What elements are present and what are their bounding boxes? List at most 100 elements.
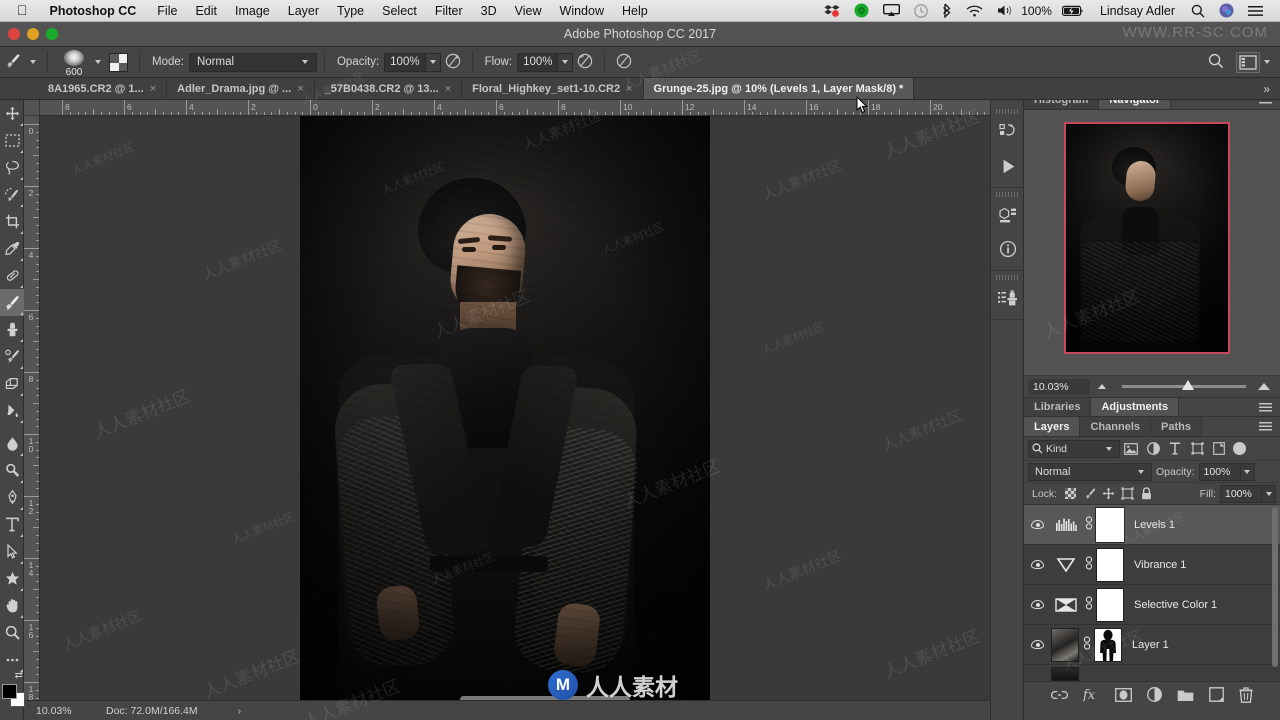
doc-tab-2[interactable]: _57B0438.CR2 @ 13... × [314, 78, 463, 99]
gradient-tool[interactable] [0, 397, 24, 424]
zoom-out-icon[interactable] [1090, 384, 1114, 389]
lock-all-icon[interactable] [1137, 487, 1156, 500]
close-icon[interactable]: × [445, 83, 451, 95]
foreground-color-swatch[interactable] [2, 684, 17, 699]
workspace-switcher-icon[interactable] [1236, 51, 1260, 73]
path-selection-tool[interactable] [0, 538, 24, 565]
layer-mask-link-icon[interactable] [1081, 556, 1096, 573]
doc-tab-3[interactable]: Floral_Highkey_set1-10.CR2 × [462, 78, 644, 99]
layer-name[interactable]: Selective Color 1 [1124, 599, 1217, 611]
battery-charging-icon[interactable] [1055, 0, 1091, 22]
info-panel-icon[interactable] [991, 232, 1025, 266]
wifi-icon[interactable] [959, 0, 990, 22]
panel-drag-grip[interactable] [996, 192, 1018, 197]
layer-visibility-toggle[interactable] [1024, 560, 1051, 569]
evernote-icon[interactable] [847, 0, 876, 22]
doc-tab-1[interactable]: Adler_Drama.jpg @ ... × [167, 78, 315, 99]
menu-file[interactable]: File [148, 0, 186, 22]
brush-preset-picker[interactable]: 600 [57, 47, 91, 78]
brush-tool[interactable] [0, 289, 24, 316]
quick-selection-tool[interactable] [0, 181, 24, 208]
menu-type[interactable]: Type [328, 0, 373, 22]
new-adjustment-layer-button[interactable] [1147, 687, 1162, 702]
brush-tool-preset-caret[interactable] [30, 60, 36, 64]
menu-edit[interactable]: Edit [186, 0, 226, 22]
status-zoom-value[interactable]: 10.03% [24, 705, 88, 717]
layer-name[interactable]: Layer 1 [1122, 639, 1169, 651]
lock-image-pixels-icon[interactable] [1080, 488, 1099, 500]
tab-layers[interactable]: Layers [1024, 417, 1081, 436]
layer-mask-link-icon[interactable] [1081, 516, 1096, 533]
layer-visibility-toggle[interactable] [1024, 520, 1051, 529]
doc-tab-4-active[interactable]: Grunge-25.jpg @ 10% (Levels 1, Layer Mas… [643, 78, 915, 99]
lasso-tool[interactable] [0, 154, 24, 181]
tab-paths[interactable]: Paths [1151, 417, 1202, 436]
custom-shape-tool[interactable] [0, 565, 24, 592]
brush-preset-caret[interactable] [95, 60, 101, 64]
tab-channels[interactable]: Channels [1080, 417, 1151, 436]
zoom-button[interactable] [46, 28, 58, 40]
filter-smartobject-icon[interactable] [1208, 442, 1230, 455]
layer-opacity-stepper[interactable] [1240, 462, 1255, 481]
apple-icon[interactable]:  [0, 3, 41, 17]
menubar-user-name[interactable]: Lindsay Adler [1091, 4, 1184, 18]
workspace-caret[interactable] [1264, 60, 1270, 64]
navigator-zoom-slider[interactable] [1122, 380, 1246, 390]
tab-libraries[interactable]: Libraries [1024, 398, 1092, 416]
crop-tool[interactable] [0, 208, 24, 235]
panel-drag-grip[interactable] [996, 109, 1018, 114]
menu-view[interactable]: View [506, 0, 551, 22]
move-tool[interactable] [0, 100, 24, 127]
layer-row-partial[interactable] [1024, 665, 1280, 681]
rectangular-marquee-tool[interactable] [0, 127, 24, 154]
navigator-preview-area[interactable] [1024, 110, 1280, 375]
menu-help[interactable]: Help [613, 0, 657, 22]
layer-name[interactable]: Vibrance 1 [1124, 559, 1186, 571]
tabs-overflow-icon[interactable]: » [1253, 78, 1280, 99]
layer-thumbnail[interactable] [1051, 627, 1079, 662]
layer-visibility-toggle[interactable] [1024, 640, 1051, 649]
layers-scrollbar[interactable] [1272, 507, 1278, 667]
add-layer-mask-button[interactable] [1115, 687, 1132, 702]
layer-row-selective-color-1[interactable]: Selective Color 1 [1024, 585, 1280, 625]
layer-row-levels-1[interactable]: Levels 1 [1024, 505, 1280, 545]
ruler-corner[interactable] [24, 100, 40, 116]
layer-opacity-input[interactable]: 100% [1198, 462, 1241, 481]
menu-window[interactable]: Window [551, 0, 613, 22]
layer-visibility-toggle[interactable] [1024, 600, 1051, 609]
lock-artboard-icon[interactable] [1118, 487, 1137, 500]
actions-play-icon[interactable] [991, 149, 1025, 183]
bluetooth-icon[interactable] [935, 0, 959, 22]
horizontal-ruler[interactable]: 8 6 4 2 0 2 4 6 8 10 12 14 16 18 20 [40, 100, 990, 116]
levels-adjustment-icon[interactable] [1051, 510, 1081, 540]
siri-icon[interactable] [1212, 0, 1241, 22]
volume-icon[interactable] [990, 0, 1021, 22]
panel-menu-icon[interactable] [1251, 398, 1280, 416]
layer-blend-mode-select[interactable]: Normal [1028, 462, 1152, 481]
flow-input[interactable]: 100% [517, 52, 559, 72]
dodge-tool[interactable] [0, 457, 24, 484]
flow-stepper[interactable] [558, 52, 574, 72]
layer-fill-stepper[interactable] [1262, 484, 1276, 503]
vibrance-adjustment-icon[interactable] [1051, 550, 1081, 580]
layer-mask-thumbnail[interactable] [1094, 627, 1122, 662]
search-icon[interactable] [1184, 0, 1212, 22]
spot-healing-brush-tool[interactable] [0, 262, 24, 289]
notification-center-icon[interactable] [1241, 0, 1270, 22]
menu-filter[interactable]: Filter [426, 0, 472, 22]
new-layer-button[interactable] [1209, 687, 1224, 702]
layers-list[interactable]: Levels 1 Vibrance 1 Selective Color 1 La… [1024, 505, 1280, 681]
brush-icon[interactable] [0, 53, 26, 72]
menu-select[interactable]: Select [373, 0, 426, 22]
eraser-tool[interactable] [0, 370, 24, 397]
eyedropper-tool[interactable] [0, 235, 24, 262]
panel-drag-grip[interactable] [996, 275, 1018, 280]
navigator-thumbnail[interactable] [1064, 122, 1230, 354]
lock-transparent-pixels-icon[interactable] [1061, 488, 1080, 499]
filter-enable-toggle[interactable] [1233, 442, 1246, 455]
minimize-button[interactable] [27, 28, 39, 40]
close-icon[interactable]: × [297, 83, 303, 95]
layer-name[interactable]: Levels 1 [1124, 519, 1175, 531]
properties-panel-icon[interactable] [991, 198, 1025, 232]
pen-tool[interactable] [0, 484, 24, 511]
